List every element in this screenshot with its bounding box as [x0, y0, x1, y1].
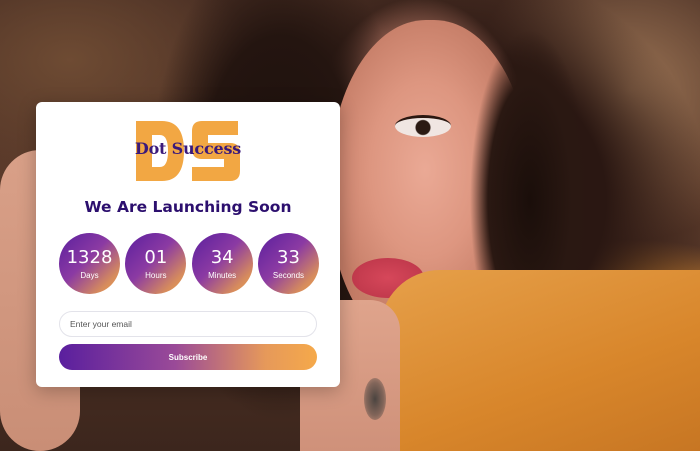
countdown-days: 1328 Days [59, 233, 120, 294]
countdown-seconds-value: 33 [277, 246, 300, 268]
countdown-seconds-label: Seconds [272, 270, 305, 280]
shirt [380, 270, 700, 451]
countdown-minutes-label: Minutes [208, 270, 237, 280]
countdown-days-label: Days [80, 270, 99, 280]
countdown-days-value: 1328 [66, 246, 113, 268]
page-title: We Are Launching Soon [84, 198, 292, 216]
launch-card: Dot Success We Are Launching Soon 1328 D… [36, 102, 340, 387]
tattoo [364, 378, 386, 420]
countdown-seconds: 33 Seconds [257, 233, 319, 294]
brand-name: Dot Success [134, 139, 242, 158]
countdown-hours: 01 Hours [125, 233, 187, 294]
eye [395, 115, 451, 137]
subscribe-button[interactable]: Subscribe [59, 344, 317, 370]
countdown-minutes-value: 34 [210, 246, 234, 268]
countdown-hours-label: Hours [145, 270, 167, 280]
countdown-minutes: 34 Minutes [191, 233, 253, 294]
brand-logo: Dot Success [134, 119, 242, 183]
countdown: 1328 Days 01 Hours 34 Minutes 33 Seconds [59, 233, 319, 295]
countdown-hours-value: 01 [144, 246, 168, 268]
email-input[interactable] [59, 311, 317, 337]
